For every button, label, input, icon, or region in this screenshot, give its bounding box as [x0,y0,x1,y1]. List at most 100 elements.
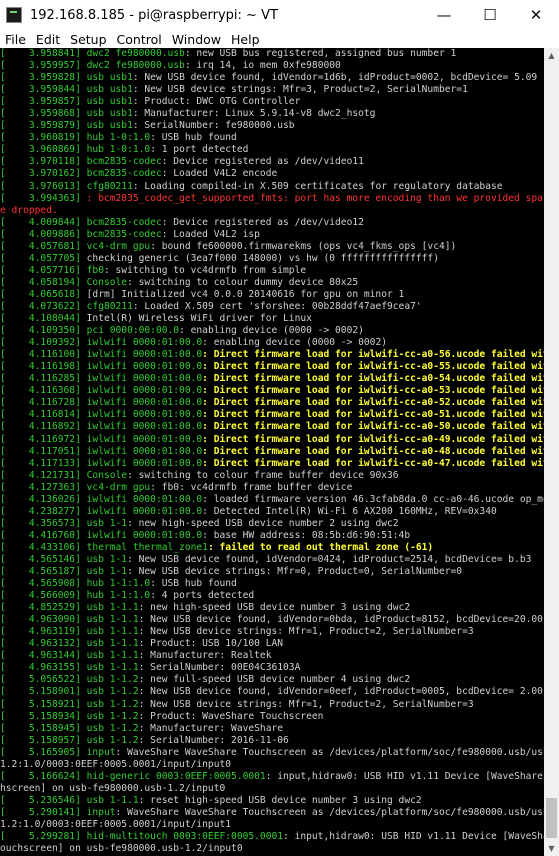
timestamp: [ 4.136026] [0,493,87,505]
scroll-down-arrow-icon[interactable]: ▼ [544,841,559,856]
terminal-line: [ 4.433106] thermal thermal_zone1: faile… [0,542,544,554]
log-message: : New USB device found, idVendor=0bda, i… [138,614,543,626]
maximize-button[interactable]: ☐ [467,0,513,30]
timestamp: [ 3.959957] [0,60,87,72]
log-source: iwlwifi 0000:01:00.0 [86,349,203,361]
scroll-up-arrow-icon[interactable]: ▲ [544,48,559,63]
log-message: : WaveShare WaveShare Touchscreen as /de… [115,806,544,818]
log-source: iwlwifi 0000:01:00.0 [86,373,203,385]
terminal-line: [ 3.959957] dwc2 fe980000.usb: irq 14, i… [0,60,544,72]
timestamp: [ 3.959828] [0,72,87,84]
timestamp: [ 4.116892] [0,421,87,433]
timestamp: [ 4.127363] [0,481,87,493]
terminal-line: [ 4.057681] vc4-drm gpu: bound fe600000.… [0,241,544,253]
close-button[interactable]: ✕ [513,0,559,30]
log-source: vc4-drm gpu [86,481,151,493]
log-message: : SerialNumber: fe980000.usb [132,120,295,132]
log-source: usb 1-1.2 [86,674,139,686]
scrollbar-thumb[interactable] [546,798,557,838]
terminal-line: [ 4.565146] usb 1-1: New USB device foun… [0,554,544,566]
terminal-line: [ 5.158921] usb 1-1.2: New USB device st… [0,699,544,711]
timestamp: [ 4.963144] [0,650,87,662]
log-source: iwlwifi 0000:01:00.0 [86,337,203,349]
terminal-line: [ 4.065618] [drm] Initialized vc4 0.0.0 … [0,289,544,301]
log-source: pci 0000:00:00.0 [86,325,180,337]
timestamp: [ 4.116100] [0,349,87,361]
terminal-line: [ 4.416760] iwlwifi 0000:01:00.0: base H… [0,530,544,542]
menu-help[interactable]: Help [226,32,265,47]
log-source: iwlwifi 0000:01:00.0 [86,409,203,421]
timestamp: [ 4.117051] [0,445,87,457]
timestamp: [ 4.108044] [0,313,87,325]
log-source: usb 1-1.2 [86,734,139,746]
timestamp: [ 5.158945] [0,722,87,734]
terminal-line: [ 4.116198] iwlwifi 0000:01:00.0: Direct… [0,361,544,373]
terminal-output[interactable]: [ 3.958841] dwc2 fe980000.usb: new USB b… [0,48,544,856]
timestamp: [ 4.116368] [0,385,87,397]
log-source: iwlwifi 0000:01:00.0 [86,445,203,457]
timestamp: [ 4.116972] [0,433,87,445]
minimize-button[interactable]: — [421,0,467,30]
menu-edit[interactable]: Edit [31,32,65,47]
terminal-line: [ 4.116892] iwlwifi 0000:01:00.0: Direct… [0,421,544,433]
terminal-app-icon[interactable] [6,7,22,23]
log-message: 1.2:1.0/0003:0EEF:0005.0001/input/input0 [0,758,232,770]
log-message: ouchscreen] on usb-fe980000.usb-1.2/inpu… [0,843,243,855]
terminal-line: [ 4.009844] bcm2835-codec: Device regist… [0,217,544,229]
timestamp: [ 4.963119] [0,626,87,638]
menu-control[interactable]: Control [112,32,167,47]
log-source: dwc2 fe980000.usb [86,48,185,59]
menu-window[interactable]: Window [167,32,226,47]
terminal-line: [ 4.356573] usb 1-1: new high-speed USB … [0,518,544,530]
timestamp: [ 4.416760] [0,529,87,541]
timestamp: [ 4.073622] [0,300,87,312]
terminal-line: [ 3.960819] hub 1-0:1.0: USB hub found [0,132,544,144]
log-source: usb usb1 [86,120,133,132]
log-source: thermal thermal_zone1 [86,541,208,553]
timestamp: [ 3.959857] [0,96,87,108]
menu-file[interactable]: File [0,32,31,47]
log-message: : New USB device found, idVendor=0eef, i… [138,686,543,698]
log-source: usb 1-1.1 [86,638,139,650]
timestamp: [ 5.165905] [0,746,87,758]
log-message: : Loaded X.509 cert 'sforshee: 00b28ddf4… [132,300,422,312]
terminal-line: [ 4.116814] iwlwifi 0000:01:00.0: Direct… [0,409,544,421]
log-source: usb 1-1.1 [86,662,139,674]
log-message: : base HW address: 08:5b:d6:90:51:4b [202,529,411,541]
log-message: : Direct firmware load for iwlwifi-cc-a0… [202,385,544,397]
log-message: : Loaded V4L2 isp [161,228,260,240]
timestamp: [ 4.565146] [0,553,87,565]
timestamp: [ 4.057681] [0,240,87,252]
log-message: : Product: DWC OTG Controller [132,96,301,108]
log-source: usb 1-1.2 [86,722,139,734]
terminal-line: [ 4.057716] fb0: switching to vc4drmfb f… [0,265,544,277]
log-message: checking generic (3ea7f000 148000) vs hw… [86,252,439,264]
timestamp: [ 4.565908] [0,578,87,590]
log-source: Console [86,276,128,288]
timestamp: [ 4.356573] [0,517,87,529]
log-message: : Manufacturer: WaveShare [138,722,284,734]
terminal-line: [ 4.963155] usb 1-1.1: SerialNumber: 00E… [0,662,544,674]
log-message: : Product: USB 10/100 LAN [138,638,284,650]
terminal-line: [ 4.963119] usb 1-1.1: New USB device st… [0,626,544,638]
timestamp: [ 5.056522] [0,674,87,686]
timestamp: [ 5.158901] [0,686,87,698]
log-source: hub 1-1:1.0 [86,578,151,590]
vertical-scrollbar[interactable]: ▲ ▼ [544,48,559,856]
terminal-line: [ 5.158945] usb 1-1.2: Manufacturer: Wav… [0,723,544,735]
timestamp: [ 5.158957] [0,734,87,746]
terminal-line: [ 4.127363] vc4-drm gpu: fb0: vc4drmfb f… [0,482,544,494]
log-source: usb usb1 [86,108,133,120]
timestamp: [ 3.970118] [0,156,87,168]
timestamp: [ 4.009886] [0,228,87,240]
log-source: dwc2 fe980000.usb [86,60,185,72]
terminal-line: hscreen] on usb-fe980000.usb-1.2/input0 [0,783,544,795]
menu-setup[interactable]: Setup [65,32,111,47]
log-message: : failed to read out thermal zone (-61) [207,541,434,553]
timestamp: [ 4.116728] [0,397,87,409]
log-message: : new high-speed USB device number 3 usi… [138,602,411,614]
timestamp: [ 3.960819] [0,132,87,144]
terminal-line: [ 4.121731] Console: switching to colour… [0,470,544,482]
title-bar: 192.168.8.185 - pi@raspberrypi: ~ VT — ☐… [0,0,559,30]
terminal-line: [ 3.960869] hub 1-0:1.0: 1 port detected [0,144,544,156]
